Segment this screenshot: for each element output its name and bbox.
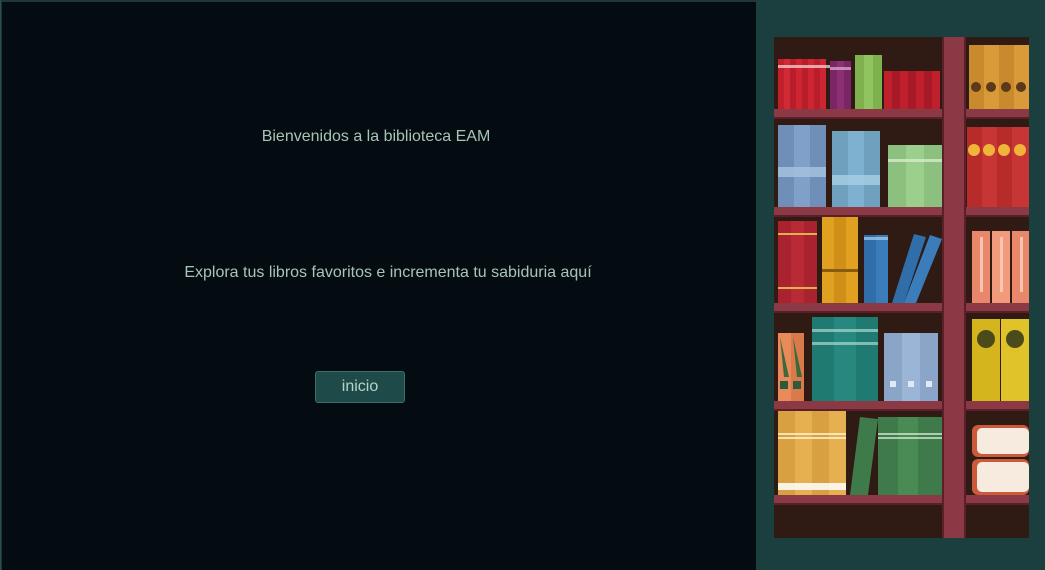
start-button[interactable]: inicio	[315, 371, 405, 403]
welcome-subtitle: Explora tus libros favoritos e increment…	[184, 264, 592, 281]
bookshelf-image	[774, 37, 1029, 538]
welcome-heading: Bienvenidos a la biblioteca EAM	[261, 128, 491, 145]
welcome-panel: Bienvenidos a la biblioteca EAM Explora …	[2, 1, 756, 570]
app-window: Bienvenidos a la biblioteca EAM Explora …	[0, 0, 1045, 570]
bookshelf-illustration	[774, 37, 1029, 538]
